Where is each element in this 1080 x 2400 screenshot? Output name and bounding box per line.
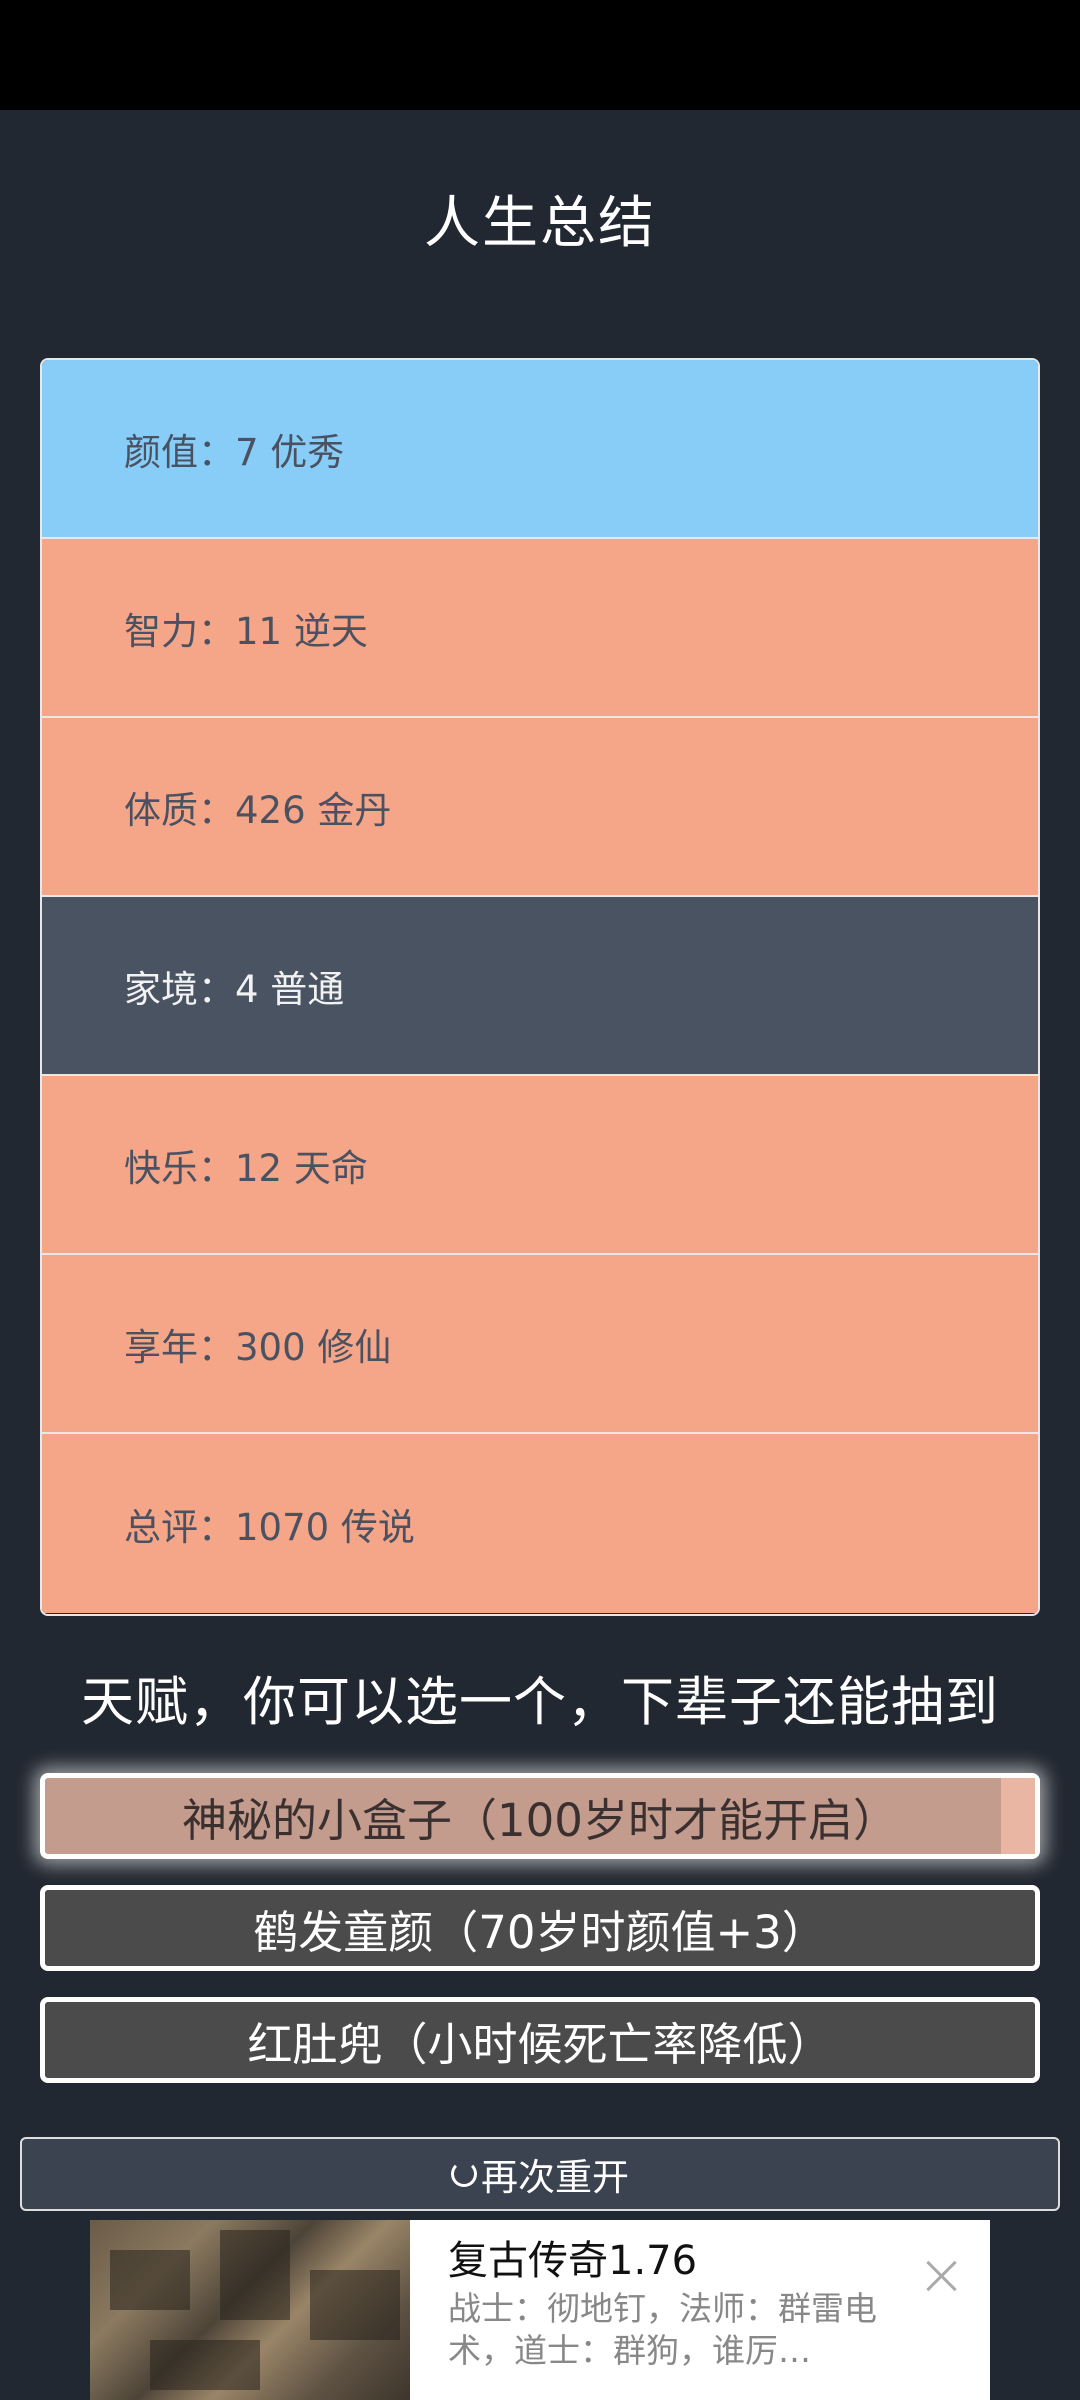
status-bar: [0, 0, 1080, 110]
stat-row-lifespan: 享年：300 修仙: [42, 1255, 1038, 1434]
ad-game-image: [90, 2220, 410, 2400]
stat-row-constitution: 体质：426 金丹: [42, 718, 1038, 897]
ad-description: 战士：彻地钉，法师：群雷电术，道士：群狗，谁厉…: [448, 2289, 877, 2370]
page-title: 人生总结: [424, 191, 656, 256]
stat-row-happiness: 快乐：12 天命: [42, 1076, 1038, 1255]
talent-option-red-apron[interactable]: 红肚兜（小时候死亡率降低）: [40, 1997, 1040, 2083]
stats-table: 颜值：7 优秀 智力：11 逆天 体质：426 金丹 家境：4 普通 快乐：12…: [40, 358, 1040, 1616]
stat-row-intelligence: 智力：11 逆天: [42, 539, 1038, 718]
restart-button[interactable]: 再次重开: [20, 2137, 1060, 2211]
selection-indicator: [1001, 1778, 1035, 1854]
stat-row-appearance: 颜值：7 优秀: [42, 360, 1038, 539]
restart-label: 再次重开: [481, 2156, 629, 2199]
stat-label: 享年：300 修仙: [124, 1325, 392, 1369]
stat-row-family: 家境：4 普通: [42, 897, 1038, 1076]
stat-label: 总评：1070 传说: [124, 1505, 415, 1549]
talent-option-label: 神秘的小盒子（100岁时才能开启）: [182, 1793, 898, 1847]
stat-label: 智力：11 逆天: [124, 609, 368, 653]
talent-option-label: 红肚兜（小时候死亡率降低）: [247, 2017, 833, 2071]
stat-row-overall: 总评：1070 传说: [42, 1434, 1038, 1613]
ad-banner[interactable]: 复古传奇1.76 战士：彻地钉，法师：群雷电术，道士：群狗，谁厉…: [90, 2220, 990, 2400]
stat-label: 快乐：12 天命: [124, 1146, 368, 1190]
ad-title: 复古传奇1.76: [448, 2238, 698, 2284]
stat-label: 家境：4 普通: [124, 967, 345, 1011]
close-icon[interactable]: [922, 2256, 962, 2296]
talent-heading: 天赋，你可以选一个，下辈子还能抽到: [81, 1672, 999, 1733]
talent-option-mystery-box[interactable]: 神秘的小盒子（100岁时才能开启）: [40, 1773, 1040, 1859]
stat-label: 颜值：7 优秀: [124, 430, 345, 474]
talent-option-young-face[interactable]: 鹤发童颜（70岁时颜值+3）: [40, 1885, 1040, 1971]
refresh-icon: [451, 2161, 477, 2187]
talent-option-label: 鹤发童颜（70岁时颜值+3）: [253, 1905, 827, 1959]
stat-label: 体质：426 金丹: [124, 788, 392, 832]
